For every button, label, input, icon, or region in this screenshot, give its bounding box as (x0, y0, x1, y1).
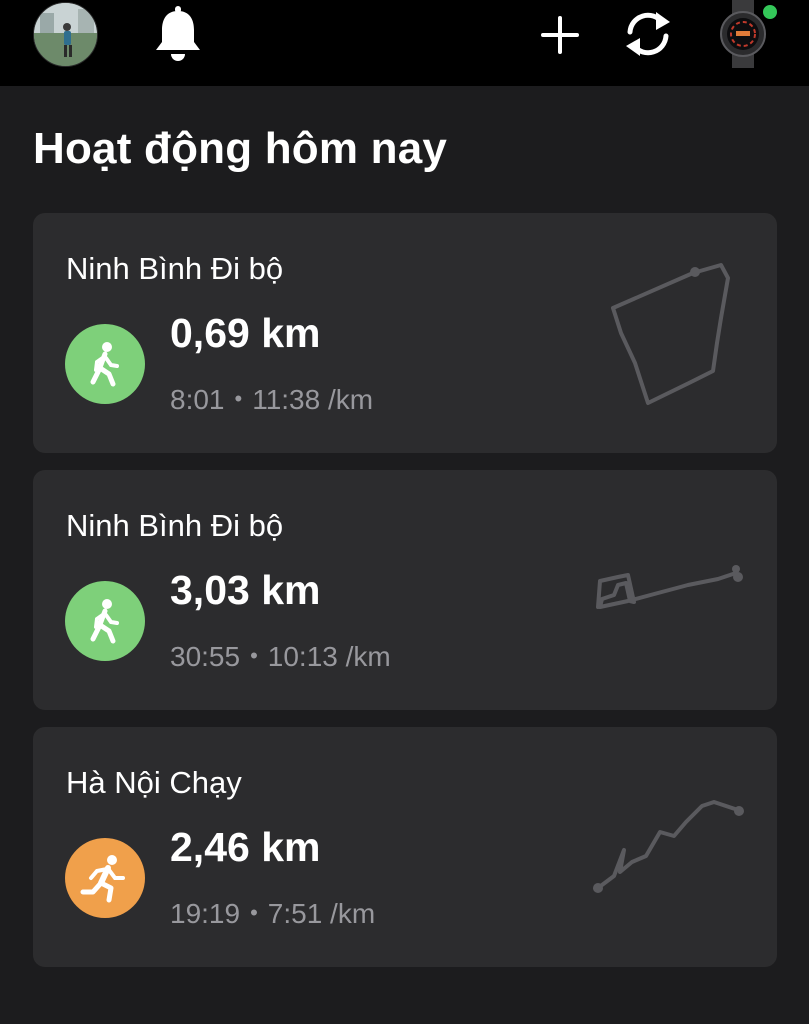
activity-stats: 8:01 • 11:38 /km (170, 381, 373, 418)
separator-dot: • (250, 900, 258, 925)
route-map-thumbnail (611, 263, 730, 405)
activity-card[interactable]: Hà Nội Chạy 2,46 km 19:19 • 7:51 /km (33, 727, 777, 967)
bell-icon[interactable] (152, 4, 204, 62)
activity-stats: 19:19 • 7:51 /km (170, 895, 375, 932)
activity-card[interactable]: Ninh Bình Đi bộ 0,69 km 8:01 • 11:38 /km (33, 213, 777, 453)
page-title: Hoạt động hôm nay (33, 124, 448, 173)
separator-dot: • (250, 643, 258, 668)
running-person-icon (65, 838, 145, 918)
activity-stats: 30:55 • 10:13 /km (170, 638, 391, 675)
activity-duration: 19:19 (170, 898, 241, 929)
activity-distance: 2,46 km (170, 824, 321, 870)
walking-person-icon (65, 581, 145, 661)
activity-name: Ninh Bình Đi bộ (66, 508, 284, 543)
top-bar (0, 0, 809, 86)
device-connected-indicator (761, 3, 779, 21)
activity-distance: 3,03 km (170, 567, 321, 613)
activity-pace: 7:51 /km (267, 898, 376, 929)
plus-icon[interactable] (538, 13, 582, 57)
activity-pace: 11:38 /km (252, 384, 374, 415)
activity-name: Ninh Bình Đi bộ (66, 251, 284, 286)
activity-pace: 10:13 /km (267, 641, 391, 672)
separator-dot: • (234, 386, 243, 411)
route-map-thumbnail (596, 565, 743, 609)
activity-duration: 30:55 (170, 641, 241, 672)
profile-photo-icon (34, 3, 97, 66)
sync-icon[interactable] (620, 8, 676, 60)
walking-person-icon (65, 324, 145, 404)
profile-avatar[interactable] (33, 2, 98, 67)
route-map-thumbnail (593, 800, 744, 893)
activity-duration: 8:01 (170, 384, 225, 415)
activity-name: Hà Nội Chạy (66, 765, 242, 800)
activity-card[interactable]: Ninh Bình Đi bộ 3,03 km 30:55 • 10:13 /km (33, 470, 777, 710)
activity-distance: 0,69 km (170, 310, 321, 356)
